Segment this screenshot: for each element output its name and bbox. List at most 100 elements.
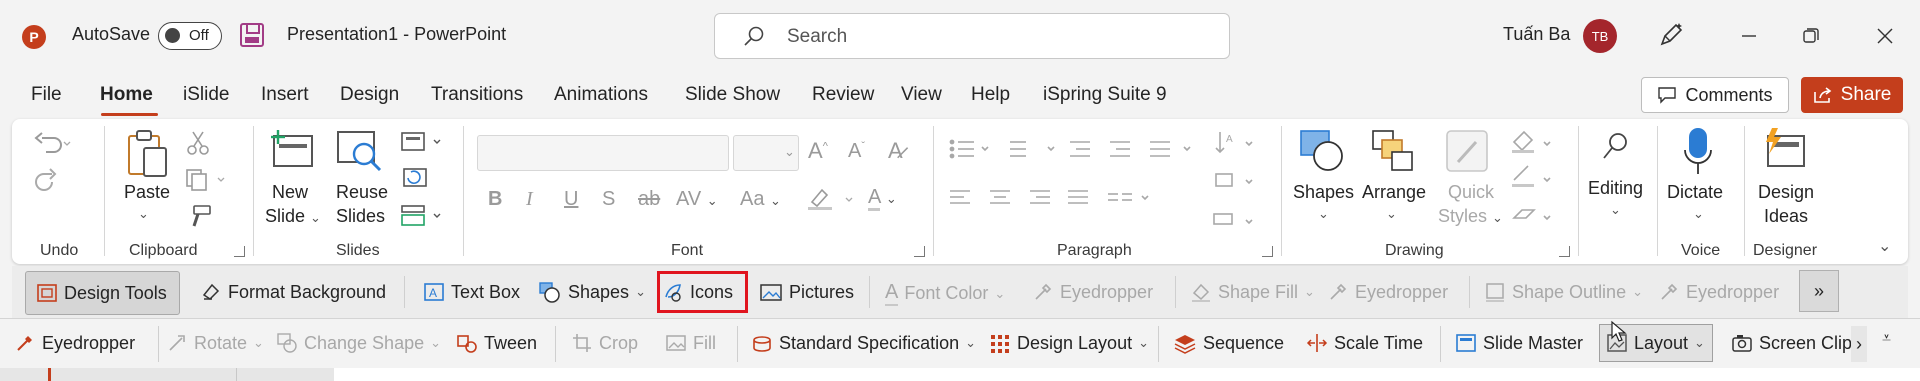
new-slide-icon[interactable] <box>268 128 316 172</box>
arrange-icon[interactable] <box>1370 128 1416 174</box>
save-icon[interactable] <box>240 23 264 47</box>
italic-button[interactable]: I <box>526 188 533 211</box>
font-launcher-icon[interactable] <box>914 246 925 257</box>
highlight-color-icon[interactable] <box>806 186 858 212</box>
copy-icon[interactable] <box>184 168 228 192</box>
tab-ispring[interactable]: iSpring Suite 9 <box>1043 84 1167 106</box>
quick-styles-label-1[interactable]: Quick <box>1448 180 1494 204</box>
eyedropper-button-1[interactable]: Eyedropper <box>1032 281 1153 303</box>
shape-fill-dropdown[interactable]: Shape Fill ⌄ <box>1190 281 1315 303</box>
tab-animations[interactable]: Animations <box>554 84 648 106</box>
strikethrough-button[interactable]: ab <box>638 188 660 211</box>
shape-format-icons[interactable] <box>1508 128 1558 232</box>
character-spacing-button[interactable]: AV ⌄ <box>676 188 718 211</box>
search-box[interactable]: Search <box>714 13 1230 59</box>
editing-label[interactable]: Editing <box>1588 176 1643 200</box>
tab-view[interactable]: View <box>901 84 942 106</box>
designer-pen-icon[interactable] <box>1656 20 1686 50</box>
tab-design[interactable]: Design <box>340 84 399 106</box>
autosave-toggle[interactable]: Off <box>158 22 222 50</box>
change-shape-dropdown[interactable]: Change Shape ⌄ <box>276 332 441 354</box>
sequence-button[interactable]: Sequence <box>1173 332 1284 354</box>
eyedropper-button-3[interactable]: Eyedropper <box>1658 281 1779 303</box>
increase-font-size-icon[interactable]: A^ <box>808 138 828 164</box>
reuse-slides-icon[interactable] <box>334 128 384 174</box>
quick-styles-icon[interactable] <box>1444 128 1490 176</box>
font-color-dropdown[interactable]: A Font Color ⌄ <box>885 281 1005 306</box>
avatar[interactable]: TB <box>1583 19 1617 53</box>
design-layout-dropdown[interactable]: Design Layout ⌄ <box>989 332 1149 354</box>
shapes-icon[interactable] <box>1298 128 1348 174</box>
eyedropper-button[interactable]: Eyedropper <box>14 332 135 354</box>
decrease-font-size-icon[interactable]: Aˇ <box>848 140 865 163</box>
crop-button[interactable]: Crop <box>571 332 638 354</box>
more-tools-button[interactable]: » <box>1799 270 1839 312</box>
new-slide-label-1[interactable]: New <box>272 180 308 204</box>
toolbar-overflow-button[interactable]: › <box>1851 326 1867 362</box>
font-color-button[interactable]: A ⌄ <box>868 186 897 211</box>
microphone-icon[interactable] <box>1682 126 1714 178</box>
fill-button[interactable]: Fill <box>665 332 716 354</box>
slide-master-button[interactable]: Slide Master <box>1455 332 1583 354</box>
design-tools-button[interactable]: Design Tools <box>25 271 180 315</box>
drawing-launcher-icon[interactable] <box>1559 246 1570 257</box>
tab-insert[interactable]: Insert <box>261 84 309 106</box>
tab-help[interactable]: Help <box>971 84 1010 106</box>
bold-button[interactable]: B <box>488 188 502 211</box>
shapes-label[interactable]: Shapes <box>1293 180 1354 204</box>
reset-slide-icon[interactable] <box>400 166 430 190</box>
design-ideas-label-2[interactable]: Ideas <box>1764 204 1808 228</box>
new-slide-label-2[interactable]: Slide ⌄ <box>265 204 321 230</box>
clear-formatting-icon[interactable]: A̷ <box>888 138 903 164</box>
reuse-slides-label-2[interactable]: Slides <box>336 204 385 228</box>
user-name[interactable]: Tuấn Ba <box>1503 24 1570 45</box>
cut-icon[interactable] <box>186 130 210 156</box>
tab-transitions[interactable]: Transitions <box>431 84 523 106</box>
share-button[interactable]: Share <box>1801 77 1903 113</box>
alignment-buttons-icon[interactable] <box>948 186 1238 212</box>
customize-toolbar-icon[interactable]: ⩡ <box>1882 330 1891 348</box>
find-icon[interactable] <box>1600 130 1632 164</box>
clipboard-launcher-icon[interactable] <box>234 246 245 257</box>
dictate-label[interactable]: Dictate <box>1667 180 1723 204</box>
standard-specification-dropdown[interactable]: Standard Specification ⌄ <box>751 332 976 354</box>
tab-home[interactable]: Home <box>100 84 153 106</box>
undo-icon[interactable] <box>32 130 72 158</box>
tab-slide-show[interactable]: Slide Show <box>685 84 780 106</box>
reuse-slides-label-1[interactable]: Reuse <box>336 180 388 204</box>
underline-button[interactable]: U <box>564 188 578 211</box>
pictures-button[interactable]: Pictures <box>759 281 854 303</box>
minimize-icon[interactable] <box>1734 22 1764 50</box>
format-background-button[interactable]: Format Background <box>200 281 386 303</box>
paste-icon[interactable] <box>124 128 170 180</box>
text-direction-icon[interactable]: A <box>1210 126 1260 236</box>
redo-icon[interactable] <box>32 166 64 196</box>
scale-time-button[interactable]: Scale Time <box>1306 332 1423 354</box>
tab-file[interactable]: File <box>31 84 62 106</box>
collapse-ribbon-icon[interactable]: ⌄ <box>1878 236 1891 256</box>
eyedropper-button-2[interactable]: Eyedropper <box>1327 281 1448 303</box>
tween-button[interactable]: Tween <box>456 332 537 354</box>
comments-button[interactable]: Comments <box>1641 77 1789 113</box>
paste-label[interactable]: Paste <box>124 180 170 204</box>
shadow-button[interactable]: S <box>602 188 615 211</box>
paragraph-launcher-icon[interactable] <box>1262 246 1273 257</box>
restore-icon[interactable] <box>1796 22 1826 50</box>
layout-icon[interactable] <box>400 130 444 154</box>
design-ideas-label-1[interactable]: Design <box>1758 180 1814 204</box>
font-name-dropdown[interactable] <box>477 135 729 171</box>
font-size-dropdown[interactable]: ⌄ <box>733 135 799 171</box>
design-ideas-icon[interactable] <box>1760 126 1808 174</box>
text-box-button[interactable]: A Text Box <box>423 281 520 303</box>
screen-clip-button[interactable]: Screen Clip <box>1731 332 1852 354</box>
change-case-button[interactable]: Aa ⌄ <box>740 188 781 211</box>
section-icon[interactable] <box>400 204 444 228</box>
shapes-dropdown[interactable]: Shapes ⌄ <box>538 281 646 303</box>
rotate-dropdown[interactable]: Rotate ⌄ <box>166 332 264 354</box>
list-buttons-icon[interactable] <box>948 136 1238 162</box>
close-icon[interactable] <box>1870 22 1900 50</box>
arrange-label[interactable]: Arrange <box>1362 180 1426 204</box>
quick-styles-label-2[interactable]: Styles ⌄ <box>1438 204 1503 230</box>
tab-review[interactable]: Review <box>812 84 874 106</box>
shape-outline-dropdown[interactable]: Shape Outline ⌄ <box>1484 281 1643 303</box>
